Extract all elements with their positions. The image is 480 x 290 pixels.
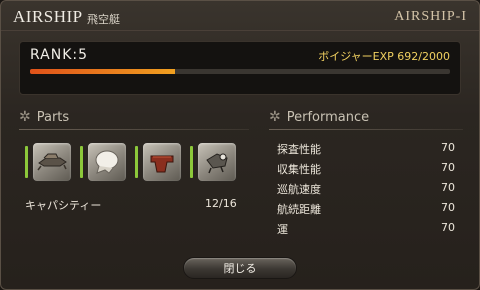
- title-bar[interactable]: AIRSHIP 飛空艇 AIRSHIP-I: [1, 1, 479, 31]
- airship-id-label: AIRSHIP-I: [394, 9, 467, 24]
- stat-row-range: 航続距離 70: [277, 201, 455, 221]
- part-slot-aftcastle[interactable]: [190, 139, 237, 185]
- capacity-label: キャパシティー: [25, 199, 102, 212]
- window-title: AIRSHIP: [13, 7, 83, 26]
- rigging-part-icon[interactable]: [87, 142, 127, 182]
- part-status-bar: [190, 146, 193, 178]
- part-slot-forecastle[interactable]: [135, 139, 182, 185]
- hull-part-icon[interactable]: [32, 142, 72, 182]
- window-subtitle: 飛空艇: [87, 13, 120, 26]
- stat-value: 70: [441, 141, 455, 154]
- stat-label: 運: [277, 223, 288, 236]
- stat-value: 70: [441, 181, 455, 194]
- performance-heading: ✲ Performance: [269, 109, 369, 125]
- stat-row-favor: 運 70: [277, 221, 455, 241]
- part-status-bar: [80, 146, 83, 178]
- airship-window: AIRSHIP 飛空艇 AIRSHIP-I RANK:5 ボイジャーEXP 69…: [0, 0, 480, 290]
- performance-divider: [269, 129, 463, 130]
- parts-heading-label: Parts: [36, 109, 70, 125]
- parts-heading: ✲ Parts: [19, 109, 69, 125]
- sparkle-icon: ✲: [19, 109, 31, 125]
- part-slot-hull[interactable]: [25, 139, 72, 185]
- part-status-bar: [135, 146, 138, 178]
- voyager-exp-label: ボイジャーEXP 692/2000: [318, 50, 450, 63]
- sparkle-icon: ✲: [269, 109, 281, 125]
- forecastle-part-icon[interactable]: [142, 142, 182, 182]
- exp-progress-bar: [30, 69, 450, 74]
- performance-stats: 探査性能 70 収集性能 70 巡航速度 70 航続距離 70 運 70: [277, 141, 455, 241]
- part-slot-rigging[interactable]: [80, 139, 127, 185]
- capacity-value: 12/16: [205, 197, 237, 210]
- exp-progress-fill: [30, 69, 176, 74]
- stat-row-speed: 巡航速度 70: [277, 181, 455, 201]
- stat-value: 70: [441, 161, 455, 174]
- stat-value: 70: [441, 221, 455, 234]
- stat-label: 探査性能: [277, 143, 321, 156]
- stat-label: 航続距離: [277, 203, 321, 216]
- part-status-bar: [25, 146, 28, 178]
- stat-value: 70: [441, 201, 455, 214]
- stat-row-retrieval: 収集性能 70: [277, 161, 455, 181]
- performance-heading-label: Performance: [286, 109, 370, 125]
- stat-row-surveillance: 探査性能 70: [277, 141, 455, 161]
- parts-row: [25, 139, 255, 185]
- stat-label: 巡航速度: [277, 183, 321, 196]
- aftcastle-part-icon[interactable]: [197, 142, 237, 182]
- rank-label: RANK:5: [30, 47, 89, 63]
- close-button[interactable]: 閉じる: [183, 257, 297, 279]
- rank-panel: RANK:5 ボイジャーEXP 692/2000: [19, 41, 461, 95]
- parts-divider: [19, 129, 249, 130]
- stat-label: 収集性能: [277, 163, 321, 176]
